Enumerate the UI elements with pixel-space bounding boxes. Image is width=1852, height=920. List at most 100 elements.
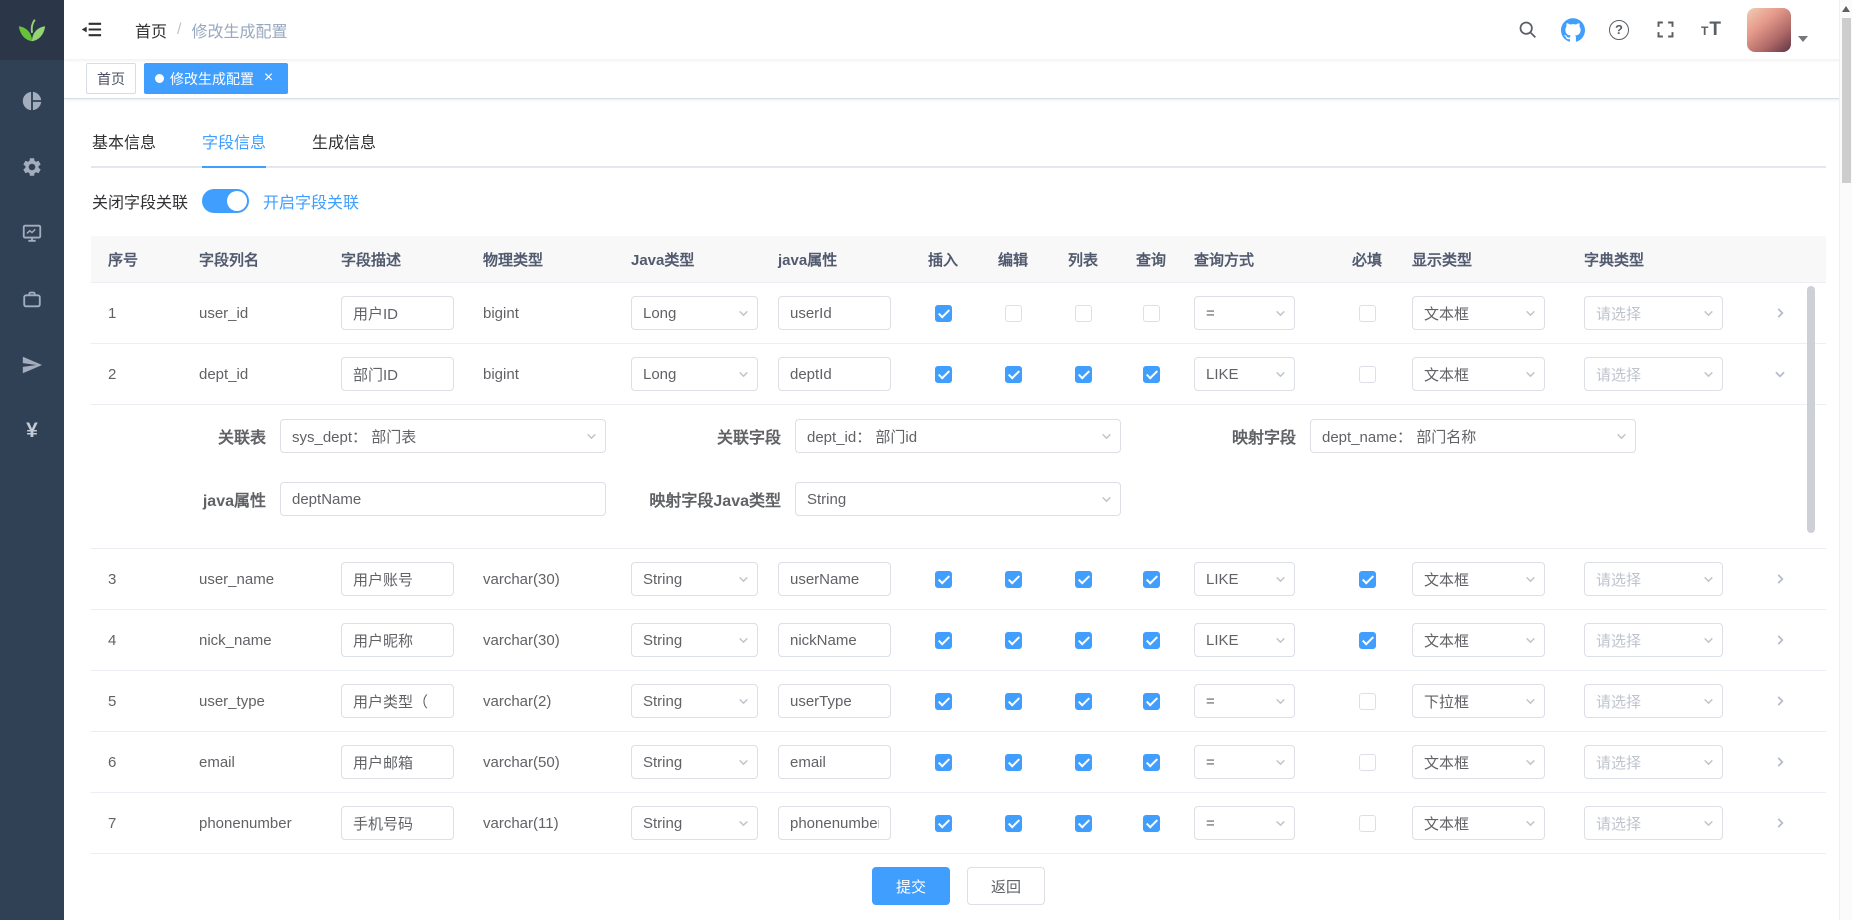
- window-scrollbar[interactable]: [1839, 0, 1852, 920]
- github-button[interactable]: [1553, 8, 1593, 52]
- table-scrollbar-thumb[interactable]: [1807, 286, 1815, 533]
- map-java-type-select[interactable]: String: [795, 482, 1121, 516]
- assoc-table-select[interactable]: sys_dept： 部门表: [280, 419, 606, 453]
- insert-checkbox[interactable]: [935, 754, 952, 771]
- query-checkbox[interactable]: [1143, 815, 1160, 832]
- dict-type-select[interactable]: 请选择: [1584, 562, 1723, 596]
- user-menu[interactable]: [1747, 8, 1808, 52]
- display-type-select[interactable]: 文本框: [1412, 806, 1545, 840]
- edit-checkbox[interactable]: [1005, 571, 1022, 588]
- java-field-input[interactable]: [778, 684, 891, 718]
- java-type-select[interactable]: String: [631, 684, 758, 718]
- java-type-select[interactable]: String: [631, 562, 758, 596]
- help-button[interactable]: ?: [1599, 8, 1639, 52]
- description-input[interactable]: [341, 296, 454, 330]
- display-type-select[interactable]: 下拉框: [1412, 684, 1545, 718]
- sidebar-toggle-button[interactable]: [64, 0, 119, 59]
- sidebar-item-pay[interactable]: ¥: [0, 398, 64, 464]
- query-checkbox[interactable]: [1143, 632, 1160, 649]
- expand-row-button[interactable]: [1773, 633, 1787, 647]
- sidebar-item-system[interactable]: [0, 134, 64, 200]
- query-type-select[interactable]: =: [1194, 296, 1295, 330]
- expand-row-button[interactable]: [1773, 755, 1787, 769]
- edit-checkbox[interactable]: [1005, 815, 1022, 832]
- sidebar-item-dashboard[interactable]: [0, 68, 64, 134]
- java-field-input[interactable]: [778, 623, 891, 657]
- query-checkbox[interactable]: [1143, 571, 1160, 588]
- description-input[interactable]: [341, 745, 454, 779]
- scrollbar-thumb[interactable]: [1842, 18, 1851, 183]
- description-input[interactable]: [341, 806, 454, 840]
- required-checkbox[interactable]: [1359, 693, 1376, 710]
- expand-row-button[interactable]: [1773, 816, 1787, 830]
- list-checkbox[interactable]: [1075, 815, 1092, 832]
- dict-type-select[interactable]: 请选择: [1584, 296, 1723, 330]
- assoc-field-select[interactable]: dept_id： 部门id: [795, 419, 1121, 453]
- java-field-input[interactable]: [778, 296, 891, 330]
- dict-type-select[interactable]: 请选择: [1584, 357, 1723, 391]
- required-checkbox[interactable]: [1359, 754, 1376, 771]
- query-type-select[interactable]: LIKE: [1194, 562, 1295, 596]
- query-type-select[interactable]: =: [1194, 684, 1295, 718]
- display-type-select[interactable]: 文本框: [1412, 623, 1545, 657]
- list-checkbox[interactable]: [1075, 754, 1092, 771]
- submit-button[interactable]: 提交: [872, 867, 950, 905]
- java-type-select[interactable]: String: [631, 806, 758, 840]
- insert-checkbox[interactable]: [935, 815, 952, 832]
- tab-item[interactable]: 生成信息: [289, 121, 399, 166]
- expand-row-button[interactable]: [1773, 306, 1787, 320]
- insert-checkbox[interactable]: [935, 305, 952, 322]
- query-type-select[interactable]: =: [1194, 745, 1295, 779]
- edit-checkbox[interactable]: [1005, 366, 1022, 383]
- required-checkbox[interactable]: [1359, 632, 1376, 649]
- app-logo[interactable]: [0, 0, 64, 60]
- tab-item[interactable]: 基本信息: [91, 121, 179, 166]
- expand-row-button[interactable]: [1773, 572, 1787, 586]
- display-type-select[interactable]: 文本框: [1412, 562, 1545, 596]
- description-input[interactable]: [341, 357, 454, 391]
- back-button[interactable]: 返回: [967, 867, 1045, 905]
- dict-type-select[interactable]: 请选择: [1584, 806, 1723, 840]
- expand-row-button[interactable]: [1773, 367, 1787, 381]
- java-type-select[interactable]: Long: [631, 357, 758, 391]
- list-checkbox[interactable]: [1075, 366, 1092, 383]
- java-field-input[interactable]: [778, 745, 891, 779]
- font-size-button[interactable]: TT: [1691, 8, 1731, 52]
- insert-checkbox[interactable]: [935, 632, 952, 649]
- display-type-select[interactable]: 文本框: [1412, 296, 1545, 330]
- query-checkbox[interactable]: [1143, 754, 1160, 771]
- field-association-switch[interactable]: [202, 189, 249, 213]
- insert-checkbox[interactable]: [935, 693, 952, 710]
- list-checkbox[interactable]: [1075, 571, 1092, 588]
- expand-row-button[interactable]: [1773, 694, 1787, 708]
- assoc-java-field-input[interactable]: [280, 482, 606, 516]
- query-checkbox[interactable]: [1143, 366, 1160, 383]
- map-field-select[interactable]: dept_name： 部门名称: [1310, 419, 1636, 453]
- list-checkbox[interactable]: [1075, 632, 1092, 649]
- required-checkbox[interactable]: [1359, 305, 1376, 322]
- description-input[interactable]: [341, 562, 454, 596]
- java-field-input[interactable]: [778, 562, 891, 596]
- java-field-input[interactable]: [778, 806, 891, 840]
- tag-item[interactable]: 首页: [86, 63, 136, 94]
- required-checkbox[interactable]: [1359, 366, 1376, 383]
- display-type-select[interactable]: 文本框: [1412, 357, 1545, 391]
- sidebar-item-guide[interactable]: [0, 332, 64, 398]
- java-field-input[interactable]: [778, 357, 891, 391]
- java-type-select[interactable]: String: [631, 745, 758, 779]
- query-checkbox[interactable]: [1143, 305, 1160, 322]
- search-button[interactable]: [1507, 8, 1547, 52]
- sidebar-item-tool[interactable]: [0, 266, 64, 332]
- dict-type-select[interactable]: 请选择: [1584, 684, 1723, 718]
- required-checkbox[interactable]: [1359, 571, 1376, 588]
- query-type-select[interactable]: =: [1194, 806, 1295, 840]
- list-checkbox[interactable]: [1075, 693, 1092, 710]
- tag-item[interactable]: 修改生成配置 ×: [144, 63, 288, 94]
- insert-checkbox[interactable]: [935, 571, 952, 588]
- description-input[interactable]: [341, 623, 454, 657]
- dict-type-select[interactable]: 请选择: [1584, 745, 1723, 779]
- java-type-select[interactable]: Long: [631, 296, 758, 330]
- edit-checkbox[interactable]: [1005, 754, 1022, 771]
- list-checkbox[interactable]: [1075, 305, 1092, 322]
- fullscreen-button[interactable]: [1645, 8, 1685, 52]
